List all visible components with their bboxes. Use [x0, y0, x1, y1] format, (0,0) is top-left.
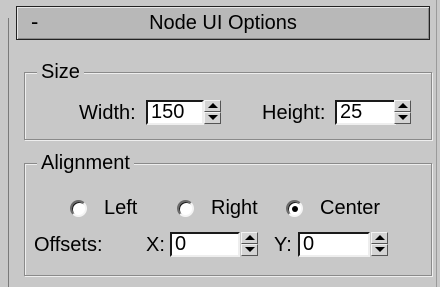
rollout-header[interactable]: - Node UI Options	[16, 6, 430, 40]
align-right-label: Right	[211, 197, 258, 219]
offset-y-input[interactable]: 0	[298, 232, 370, 257]
height-decrement-button[interactable]	[394, 112, 411, 124]
down-arrow-icon	[375, 247, 385, 252]
radio-unchecked-icon	[177, 200, 194, 217]
height-label: Height:	[262, 102, 326, 124]
width-decrement-button[interactable]	[204, 112, 221, 124]
panel-right-border	[436, 0, 437, 287]
down-arrow-icon	[245, 247, 255, 252]
offset-x-label: X:	[146, 234, 165, 256]
panel-left-border	[8, 18, 9, 287]
size-group-title: Size	[37, 59, 84, 85]
offset-y-spinner-buttons	[371, 232, 388, 257]
radio-dot-icon	[292, 206, 298, 212]
up-arrow-icon	[208, 103, 218, 108]
offset-x-increment-button[interactable]	[241, 232, 258, 244]
offset-x-input[interactable]: 0	[170, 232, 240, 257]
down-arrow-icon	[398, 115, 408, 120]
align-left-radio[interactable]: Left	[70, 195, 150, 221]
offset-y-label: Y:	[274, 234, 292, 256]
up-arrow-icon	[245, 235, 255, 240]
offset-y-increment-button[interactable]	[371, 232, 388, 244]
align-center-radio[interactable]: Center	[286, 195, 391, 221]
radio-unchecked-icon	[70, 200, 87, 217]
height-spinner-buttons	[394, 100, 411, 125]
offset-x-spinner-buttons	[241, 232, 258, 257]
width-label: Width:	[79, 102, 136, 124]
height-spinner: 25	[335, 100, 413, 127]
down-arrow-icon	[208, 115, 218, 120]
up-arrow-icon	[398, 103, 408, 108]
align-right-radio[interactable]: Right	[177, 195, 267, 221]
up-arrow-icon	[375, 235, 385, 240]
align-center-label: Center	[320, 197, 381, 219]
rollout-title: Node UI Options	[149, 12, 297, 34]
offset-x-decrement-button[interactable]	[241, 244, 258, 256]
radio-checked-icon	[286, 200, 303, 217]
width-spinner: 150	[146, 100, 221, 127]
offset-y-spinner: 0	[298, 232, 393, 259]
height-increment-button[interactable]	[394, 100, 411, 112]
offsets-label: Offsets:	[34, 234, 103, 256]
alignment-group-title: Alignment	[37, 150, 134, 176]
align-left-label: Left	[104, 197, 138, 219]
width-spinner-buttons	[204, 100, 221, 125]
offset-x-spinner: 0	[170, 232, 263, 259]
height-input[interactable]: 25	[335, 100, 396, 125]
offset-y-decrement-button[interactable]	[371, 244, 388, 256]
width-input[interactable]: 150	[146, 100, 204, 125]
width-increment-button[interactable]	[204, 100, 221, 112]
